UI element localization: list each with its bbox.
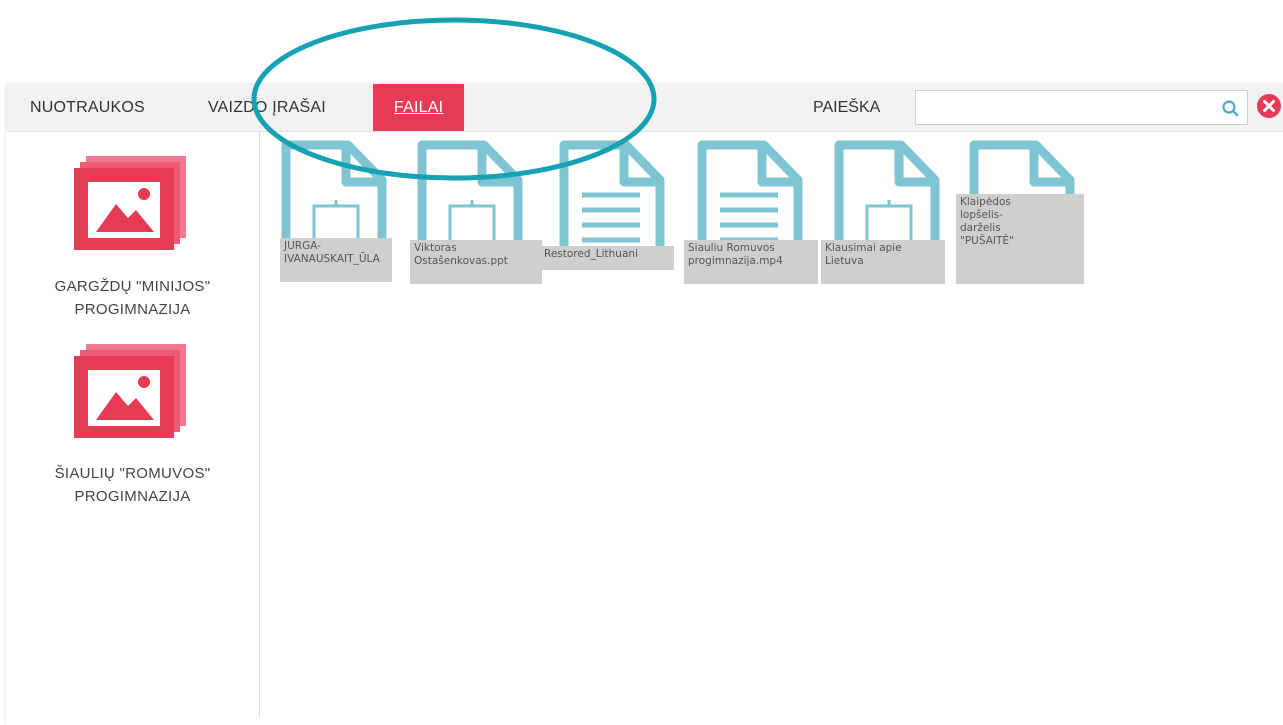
search-label: PAIEŠKA [813, 99, 881, 116]
sidebar-item-label: PROGIMNAZIJA [74, 488, 191, 505]
search-box [915, 90, 1248, 125]
file-label: Siauliu Romuvos progimnazija.mp4 [684, 240, 818, 284]
file-item[interactable]: Viktoras Ostaŝenkovas.ppt [410, 140, 542, 290]
file-label: Klaipėdos lopšelis- darželis "PUŠAITĖ" [956, 194, 1084, 284]
file-item[interactable]: Restored_Lithuani [540, 140, 674, 290]
tab-nuotraukos[interactable]: NUOTRAUKOS [30, 84, 145, 131]
search-input[interactable] [922, 91, 1216, 124]
sidebar-item-label: PROGIMNAZIJA [74, 301, 191, 318]
file-label: Viktoras Ostaŝenkovas.ppt [410, 240, 542, 284]
sidebar: GARGŽDŲ "MINIJOS" PROGIMNAZIJA ŠIAULIŲ "… [6, 132, 260, 717]
tab-vaizdo-irasai[interactable]: VAIZDO ĮRAŠAI [208, 84, 326, 131]
search-icon[interactable] [1221, 99, 1239, 117]
menu-bar: NUOTRAUKOS VAIZDO ĮRAŠAI FAILAI PAIEŠKA [6, 84, 1283, 132]
gallery-icon [74, 344, 186, 438]
file-label: Klausimai apie Lietuva [821, 240, 945, 284]
gallery-icon [74, 156, 186, 250]
sidebar-item-label: GARGŽDŲ "MINIJOS" [54, 278, 211, 295]
sidebar-item-label: ŠIAULIŲ "ROMUVOS" [54, 465, 211, 482]
sidebar-item-siauliu-romuvos[interactable]: ŠIAULIŲ "ROMUVOS" PROGIMNAZIJA [6, 344, 259, 514]
sidebar-item-gargzdu-minijos[interactable]: GARGŽDŲ "MINIJOS" PROGIMNAZIJA [6, 156, 259, 326]
file-item[interactable]: Siauliu Romuvos progimnazija.mp4 [684, 140, 818, 290]
file-item[interactable]: Klaipėdos lopšelis- darželis "PUŠAITĖ" [956, 140, 1084, 290]
close-icon[interactable] [1256, 93, 1282, 119]
file-item[interactable]: Klausimai apie Lietuva [821, 140, 945, 290]
file-label: Restored_Lithuani [540, 246, 674, 270]
file-item[interactable]: JURGA- IVANAUSKAIT_ŪLA [276, 140, 392, 290]
tab-failai[interactable]: FAILAI [373, 84, 465, 131]
top-background [0, 0, 1283, 84]
file-label: JURGA- IVANAUSKAIT_ŪLA [280, 238, 392, 282]
media-browser-window: NUOTRAUKOS VAIZDO ĮRAŠAI FAILAI PAIEŠKA [6, 84, 1283, 725]
